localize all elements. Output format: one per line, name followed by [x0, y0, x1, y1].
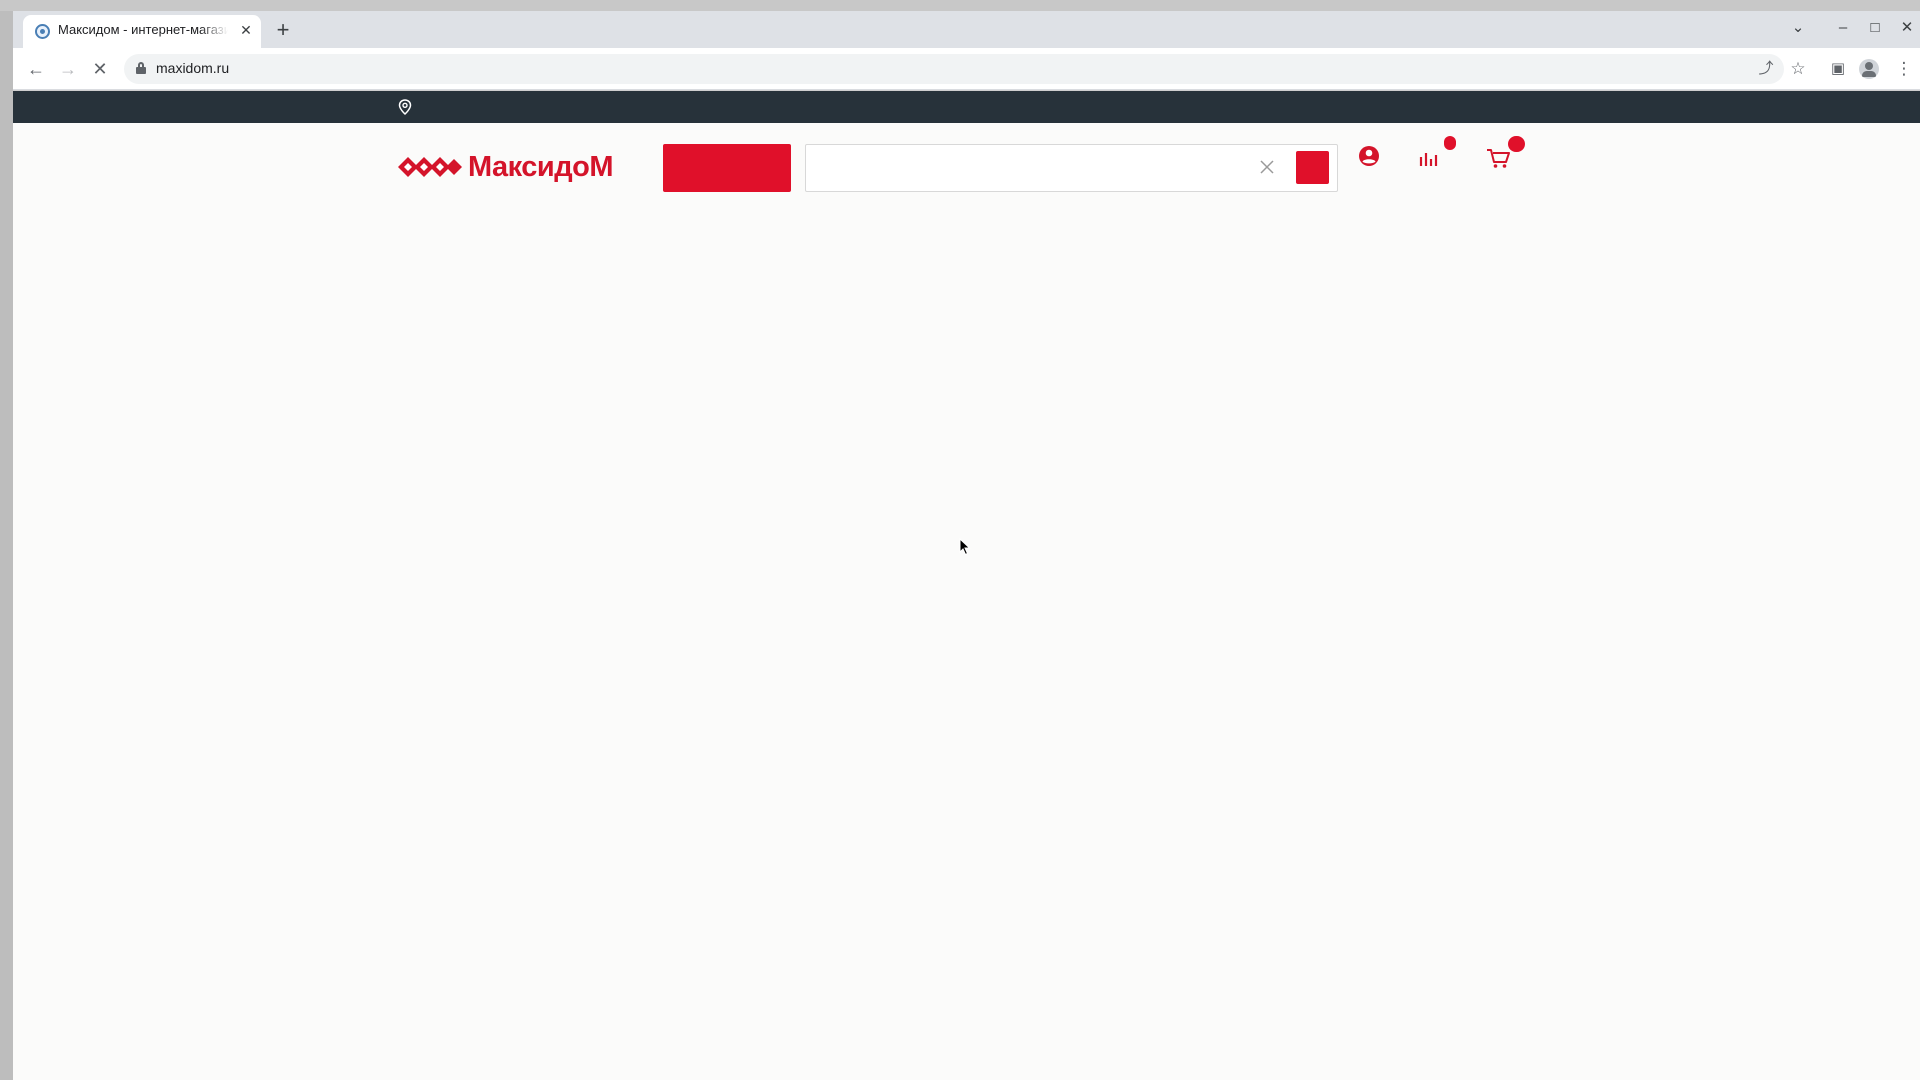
stop-loading-button[interactable]: ✕ [87, 56, 113, 82]
tab-close-icon[interactable]: ✕ [238, 20, 254, 40]
share-icon[interactable]: ⤴ [1754, 57, 1778, 81]
compare-count-badge [1444, 136, 1456, 150]
close-window-button[interactable]: ✕ [1896, 17, 1918, 39]
site-topbar [13, 91, 1920, 123]
side-panel-icon[interactable]: ▣ [1826, 57, 1850, 81]
back-button[interactable]: ← [23, 56, 49, 82]
mouse-cursor-icon [959, 537, 971, 556]
user-account-icon[interactable] [1356, 144, 1386, 174]
catalog-button[interactable] [663, 144, 791, 192]
desktop-frame-left [0, 11, 13, 1080]
location-pin-icon[interactable] [398, 99, 412, 116]
browser-tab-strip [13, 11, 1920, 48]
site-logo[interactable]: МаксидоМ [398, 150, 638, 184]
logo-mark-icon [398, 157, 462, 177]
lock-icon[interactable] [136, 62, 146, 74]
forward-button[interactable]: → [55, 56, 81, 82]
desktop-frame-top [0, 0, 1920, 11]
search-submit-button[interactable] [1296, 151, 1329, 184]
tab-title: Максидом - интернет-магазин [58, 22, 228, 40]
browser-menu-icon[interactable]: ⋮ [1892, 57, 1916, 81]
maximize-window-button[interactable]: □ [1864, 17, 1886, 39]
search-input[interactable] [812, 151, 1232, 185]
page-body [13, 91, 1920, 1080]
site-favicon-icon [35, 24, 50, 39]
logo-text: МаксидоМ [468, 151, 614, 183]
compare-icon[interactable] [1418, 144, 1448, 174]
tab-search-chevron-icon[interactable]: ⌄ [1787, 17, 1809, 39]
minimize-window-button[interactable]: – [1832, 17, 1854, 39]
url-text[interactable]: maxidom.ru [156, 60, 556, 78]
search-clear-icon[interactable] [1257, 157, 1277, 177]
profile-avatar[interactable] [1859, 59, 1879, 79]
bookmark-star-icon[interactable]: ☆ [1786, 57, 1810, 81]
new-tab-button[interactable]: + [273, 18, 293, 42]
cart-count-badge [1508, 136, 1525, 152]
